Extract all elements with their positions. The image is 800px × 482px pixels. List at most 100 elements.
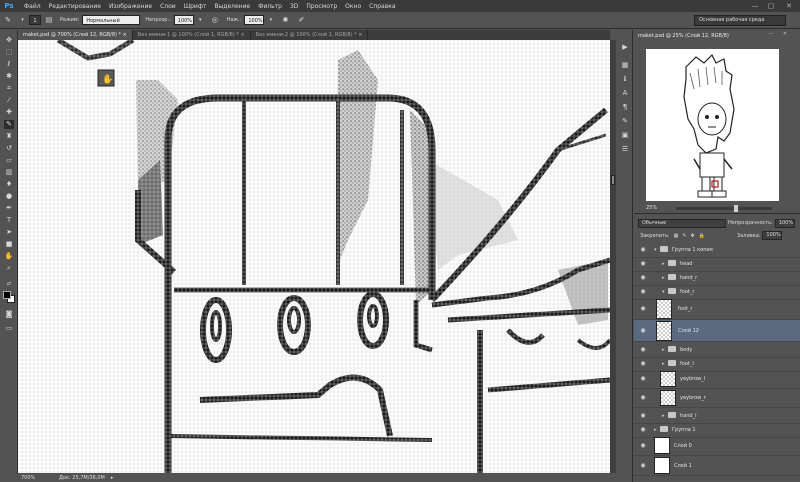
visibility-eye-icon[interactable]: ◉ — [639, 246, 647, 254]
blur-icon[interactable]: ♦ — [4, 180, 14, 189]
tab-close-icon[interactable]: × — [358, 32, 362, 38]
menu-layers[interactable]: Слои — [156, 3, 180, 10]
pen-icon[interactable]: ✒ — [4, 204, 14, 213]
mode-select[interactable]: Нормальный — [82, 15, 141, 25]
visibility-eye-icon[interactable]: ◉ — [639, 288, 647, 296]
lock-position-icon[interactable]: ✥ — [691, 233, 695, 239]
clone-source-icon[interactable]: ▣ — [620, 130, 630, 140]
visibility-eye-icon[interactable]: ◉ — [639, 360, 647, 368]
healing-icon[interactable]: ✚ — [4, 108, 14, 117]
menu-edit[interactable]: Редактирование — [45, 3, 105, 10]
tab-untitled-2[interactable]: Без имени-2 @ 100% (Слой 1, RGB/8) * × — [251, 30, 369, 40]
brush-presets-icon[interactable]: ✎ — [620, 116, 630, 126]
dodge-icon[interactable]: ● — [4, 192, 14, 201]
stamp-icon[interactable]: ♜ — [4, 132, 14, 141]
info-icon[interactable]: ℹ — [620, 74, 630, 84]
foreground-color-swatch[interactable] — [3, 291, 11, 299]
close-icon[interactable]: ✕ — [782, 0, 796, 12]
visibility-eye-icon[interactable]: ◉ — [639, 412, 647, 420]
brush-preset-icon[interactable]: ✎ — [2, 15, 14, 26]
scrollbar-thumb[interactable] — [611, 175, 615, 185]
layer-row[interactable]: ◉ yeybrow_r — [634, 389, 800, 408]
visibility-eye-icon[interactable]: ◉ — [639, 375, 647, 383]
panel-close-icon[interactable]: ✕ — [778, 30, 792, 39]
crop-icon[interactable]: ⌗ — [4, 84, 14, 93]
visibility-eye-icon[interactable]: ◉ — [639, 442, 647, 450]
airbrush-icon[interactable]: ✺ — [279, 15, 291, 26]
maximize-icon[interactable]: ▢ — [764, 0, 778, 12]
navigator-zoom-slider[interactable] — [676, 205, 772, 212]
layer-row-selected[interactable]: ◉ Слой 12 — [634, 320, 800, 342]
visibility-eye-icon[interactable]: ◉ — [639, 274, 647, 282]
history-icon[interactable]: ▦ — [620, 60, 630, 70]
tab-close-icon[interactable]: × — [123, 32, 127, 38]
dropdown-arrow-icon[interactable]: ▾ — [18, 15, 27, 26]
marquee-icon[interactable]: ⬚ — [4, 48, 14, 57]
paragraph-icon[interactable]: ¶ — [620, 102, 630, 112]
panel-minimize-icon[interactable]: — — [764, 30, 778, 39]
zoom-slider-knob[interactable] — [734, 205, 738, 212]
path-select-icon[interactable]: ➤ — [4, 228, 14, 237]
menu-3d[interactable]: 3D — [286, 3, 302, 10]
menu-file[interactable]: Файл — [20, 3, 45, 10]
brush-icon[interactable]: ✎ — [4, 120, 14, 129]
menu-help[interactable]: Справка — [365, 3, 399, 10]
navigator-thumbnail[interactable] — [646, 49, 779, 201]
shape-icon[interactable]: ■ — [4, 240, 14, 249]
character-icon[interactable]: A — [620, 88, 630, 98]
status-arrow-icon[interactable]: ▸ — [111, 475, 114, 481]
menu-type[interactable]: Шрифт — [180, 3, 211, 10]
menu-window[interactable]: Окно — [341, 3, 365, 10]
opacity-dropdown-icon[interactable]: ▾ — [196, 15, 205, 26]
document-canvas[interactable]: ✋ — [18, 40, 610, 473]
visibility-eye-icon[interactable]: ◉ — [639, 426, 647, 434]
flow-dropdown-icon[interactable]: ▾ — [266, 15, 275, 26]
eyedropper-icon[interactable]: ⁄ — [4, 96, 14, 105]
lock-all-icon[interactable]: 🔒 — [699, 233, 705, 239]
zoom-icon[interactable]: ⌕ — [4, 264, 14, 273]
tab-maket[interactable]: maket.psd @ 700% (Слой 12, RGB/8) * × — [18, 30, 133, 40]
layer-row[interactable]: ◉ yeybrow_l — [634, 370, 800, 389]
lock-transparency-icon[interactable]: ▦ — [674, 233, 679, 239]
brush-size-field[interactable]: 1 — [29, 15, 41, 25]
layer-row[interactable]: ◉ foot_r — [634, 298, 800, 320]
minimize-icon[interactable]: — — [748, 0, 762, 12]
type-icon[interactable]: T — [4, 216, 14, 225]
menu-view[interactable]: Просмотр — [302, 3, 341, 10]
screen-mode-icon[interactable]: ▭ — [4, 324, 14, 333]
lasso-icon[interactable]: ℓ — [4, 60, 14, 69]
canvas-scrollbar[interactable] — [610, 40, 616, 473]
flow-field[interactable]: 100% — [244, 15, 265, 25]
swap-colors-icon[interactable]: ⇄ — [4, 280, 14, 289]
navigator-zoom-value[interactable]: 25% — [646, 205, 657, 211]
workspace-select[interactable]: Основная рабочая среда — [694, 15, 786, 26]
hand-icon[interactable]: ✋ — [4, 252, 14, 261]
quick-select-icon[interactable]: ✱ — [4, 72, 14, 81]
lock-pixels-icon[interactable]: ✎ — [682, 233, 686, 239]
tool-presets-icon[interactable]: ☰ — [620, 144, 630, 154]
visibility-eye-icon[interactable]: ◉ — [639, 462, 647, 470]
menu-select[interactable]: Выделение — [210, 3, 254, 10]
opacity-field[interactable]: 100% — [173, 15, 194, 25]
gradient-icon[interactable]: ▥ — [4, 168, 14, 177]
layer-row[interactable]: ◉ Слой 0 — [634, 436, 800, 456]
visibility-eye-icon[interactable]: ◉ — [639, 394, 647, 402]
visibility-eye-icon[interactable]: ◉ — [639, 327, 647, 335]
pressure-size-icon[interactable]: ✐ — [295, 15, 307, 26]
status-zoom[interactable]: 700% — [21, 475, 59, 481]
layer-row[interactable]: ◉ Слой 1 — [634, 456, 800, 476]
play-icon[interactable]: ▶ — [620, 42, 630, 52]
move-icon[interactable]: ✥ — [4, 36, 14, 45]
quick-mask-icon[interactable]: ◙ — [4, 310, 14, 319]
tab-untitled-1[interactable]: Без имени-1 @ 100% (Слой 1, RGB/8) * × — [133, 30, 251, 40]
tab-close-icon[interactable]: × — [240, 32, 244, 38]
menu-filter[interactable]: Фильтр — [254, 3, 286, 10]
visibility-eye-icon[interactable]: ◉ — [639, 305, 647, 313]
visibility-eye-icon[interactable]: ◉ — [639, 346, 647, 354]
layer-opacity-field[interactable]: 100% — [774, 218, 795, 228]
history-brush-icon[interactable]: ↺ — [4, 144, 14, 153]
pressure-opacity-icon[interactable]: ◎ — [209, 15, 221, 26]
eraser-icon[interactable]: ▱ — [4, 156, 14, 165]
menu-image[interactable]: Изображение — [105, 3, 156, 10]
brush-panel-icon[interactable]: ▤ — [43, 15, 55, 26]
